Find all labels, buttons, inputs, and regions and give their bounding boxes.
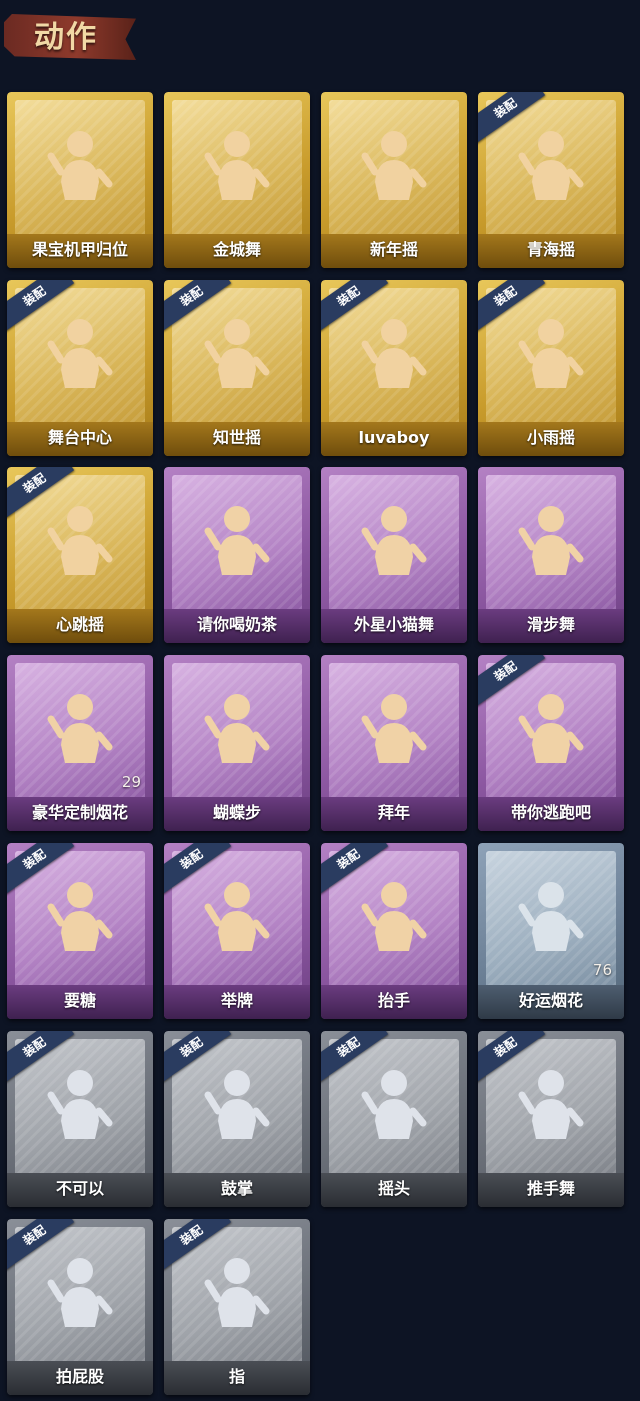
emote-figure-icon [518,882,584,951]
item-count: 29 [121,773,141,791]
emote-figure-icon [518,694,584,763]
emote-figure-icon [518,131,584,200]
emote-name: 知世摇 [212,428,261,447]
emote-card[interactable]: 果宝机甲归位 [7,92,153,268]
emote-name: 指 [228,1367,245,1386]
emote-card[interactable]: 青海摇 装配 [478,92,624,268]
emote-figure-icon [361,694,427,763]
emote-card[interactable]: 不可以 装配 [7,1031,153,1207]
emote-figure-icon [47,506,113,575]
emote-card[interactable]: 抬手 装配 [321,843,467,1019]
emote-card[interactable]: 拍屁股 装配 [7,1219,153,1395]
emote-figure-icon [518,506,584,575]
emote-card[interactable]: 知世摇 装配 [164,280,310,456]
emote-figure-icon [204,1258,270,1327]
emote-card[interactable]: 小雨摇 装配 [478,280,624,456]
emote-card[interactable]: 拜年 [321,655,467,831]
emote-card[interactable]: 要糖 装配 [7,843,153,1019]
emote-name: 带你逃跑吧 [510,803,591,822]
emote-grid: 果宝机甲归位 金城舞 新年摇 青海摇 装配 舞台中心 装配 知世摇 装配 luvaboy 装配 小雨摇… [0,0,640,1401]
emote-name: 心跳摇 [55,615,104,634]
emote-figure-icon [47,131,113,200]
emote-figure-icon [204,882,270,951]
emote-card[interactable]: 举牌 装配 [164,843,310,1019]
emote-figure-icon [47,319,113,388]
emote-figure-icon [204,319,270,388]
emote-figure-icon [518,1070,584,1139]
emote-card[interactable]: 带你逃跑吧 装配 [478,655,624,831]
emote-name: 抬手 [377,991,410,1010]
emote-figure-icon [204,131,270,200]
emote-name: 果宝机甲归位 [31,240,128,259]
emote-card[interactable]: luvaboy 装配 [321,280,467,456]
emote-figure-icon [204,1070,270,1139]
emote-name: 要糖 [63,991,96,1010]
emote-card[interactable]: 摇头 装配 [321,1031,467,1207]
emote-card[interactable]: 推手舞 装配 [478,1031,624,1207]
emote-figure-icon [361,319,427,388]
emote-card[interactable]: 好运烟花 76 [478,843,624,1019]
emote-name: 豪华定制烟花 [31,803,128,822]
emote-name: 拜年 [377,803,410,822]
emote-card[interactable]: 滑步舞 [478,467,624,643]
emote-figure-icon [204,506,270,575]
emote-figure-icon [361,1070,427,1139]
emote-card[interactable]: 蝴蝶步 [164,655,310,831]
emote-card[interactable]: 舞台中心 装配 [7,280,153,456]
emote-name: 拍屁股 [55,1367,104,1386]
emote-name: 举牌 [220,991,253,1010]
emote-name: 新年摇 [369,240,418,259]
emote-card[interactable]: 外星小猫舞 [321,467,467,643]
emote-name: 青海摇 [526,240,575,259]
emote-card[interactable]: 鼓掌 装配 [164,1031,310,1207]
emote-name: 鼓掌 [220,1179,253,1198]
emote-card[interactable]: 金城舞 [164,92,310,268]
emote-figure-icon [47,694,113,763]
item-count: 76 [592,961,612,979]
emote-figure-icon [361,131,427,200]
emote-name: luvaboy [358,428,430,447]
emote-name: 请你喝奶茶 [196,615,277,634]
emote-name: 舞台中心 [47,428,112,447]
emote-card[interactable]: 豪华定制烟花 29 [7,655,153,831]
emote-name: 小雨摇 [526,428,575,447]
emote-figure-icon [518,319,584,388]
emote-card[interactable]: 心跳摇 装配 [7,467,153,643]
emote-name: 推手舞 [526,1179,575,1198]
emote-figure-icon [47,1070,113,1139]
emote-name: 外星小猫舞 [353,615,434,634]
emote-figure-icon [204,694,270,763]
emote-name: 好运烟花 [518,991,583,1010]
emote-name: 摇头 [377,1179,410,1198]
emote-name: 滑步舞 [526,615,575,634]
emote-name: 金城舞 [212,240,261,259]
emote-figure-icon [47,1258,113,1327]
emote-name: 不可以 [55,1179,104,1198]
emote-card[interactable]: 新年摇 [321,92,467,268]
emote-name: 蝴蝶步 [212,803,261,822]
emote-figure-icon [361,506,427,575]
emote-figure-icon [47,882,113,951]
emote-figure-icon [361,882,427,951]
emote-card[interactable]: 请你喝奶茶 [164,467,310,643]
emote-card[interactable]: 指装配 [164,1219,310,1395]
